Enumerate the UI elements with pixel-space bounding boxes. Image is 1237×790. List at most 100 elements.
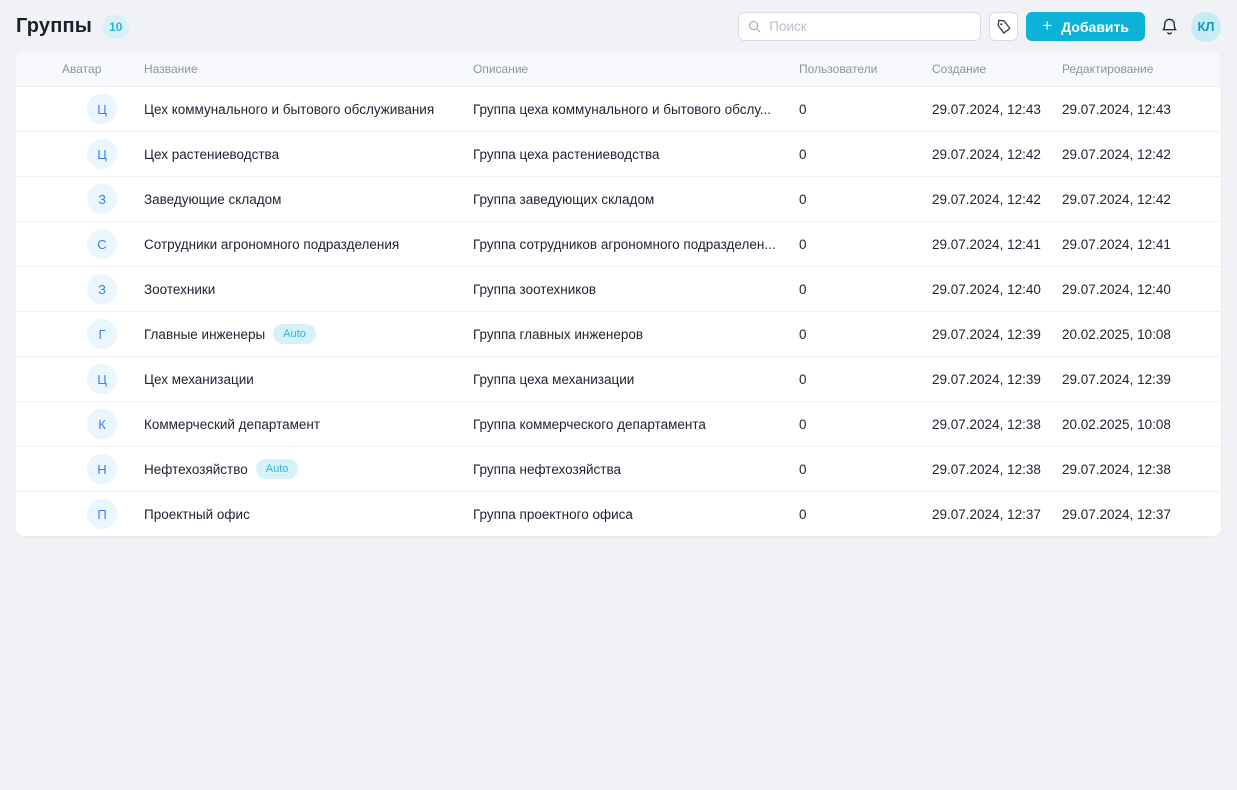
group-name: Заведующие складом [144, 192, 281, 207]
group-avatar: К [87, 409, 117, 439]
cell-edited: 20.02.2025, 10:08 [1046, 327, 1221, 342]
cell-users: 0 [783, 192, 916, 207]
group-name: Коммерческий департамент [144, 417, 320, 432]
table-row[interactable]: З Заведующие складом Группа заведующих с… [16, 176, 1221, 221]
column-header-name: Название [128, 62, 457, 76]
cell-name: Сотрудники агрономного подразделения [128, 237, 457, 252]
cell-name: Главные инженеры Auto [128, 324, 457, 344]
cell-users: 0 [783, 417, 916, 432]
cell-edited: 29.07.2024, 12:37 [1046, 507, 1221, 522]
column-header-created: Создание [916, 62, 1046, 76]
cell-edited: 29.07.2024, 12:42 [1046, 192, 1221, 207]
auto-badge: Auto [273, 324, 316, 344]
cell-users: 0 [783, 462, 916, 477]
cell-avatar: Ц [16, 94, 128, 124]
tags-button[interactable] [989, 12, 1018, 41]
cell-edited: 29.07.2024, 12:41 [1046, 237, 1221, 252]
group-name: Цех коммунального и бытового обслуживани… [144, 102, 434, 117]
cell-edited: 29.07.2024, 12:43 [1046, 102, 1221, 117]
cell-avatar: П [16, 499, 128, 529]
add-button-label: Добавить [1061, 19, 1129, 35]
group-name: Цех растениеводства [144, 147, 279, 162]
cell-created: 29.07.2024, 12:38 [916, 462, 1046, 477]
cell-description: Группа цеха растениеводства [457, 147, 783, 162]
table-row[interactable]: Ц Цех коммунального и бытового обслужива… [16, 86, 1221, 131]
table-body: Ц Цех коммунального и бытового обслужива… [16, 86, 1221, 536]
table-row[interactable]: П Проектный офис Группа проектного офиса… [16, 491, 1221, 536]
table-row[interactable]: С Сотрудники агрономного подразделения Г… [16, 221, 1221, 266]
cell-created: 29.07.2024, 12:42 [916, 147, 1046, 162]
cell-created: 29.07.2024, 12:43 [916, 102, 1046, 117]
cell-name: Нефтехозяйство Auto [128, 459, 457, 479]
topbar-actions: + Добавить КЛ [738, 12, 1221, 42]
cell-avatar: З [16, 274, 128, 304]
cell-name: Заведующие складом [128, 192, 457, 207]
cell-created: 29.07.2024, 12:39 [916, 327, 1046, 342]
cell-edited: 29.07.2024, 12:38 [1046, 462, 1221, 477]
table-row[interactable]: Ц Цех растениеводства Группа цеха растен… [16, 131, 1221, 176]
cell-description: Группа зоотехников [457, 282, 783, 297]
tag-icon [996, 19, 1012, 35]
cell-description: Группа проектного офиса [457, 507, 783, 522]
cell-edited: 29.07.2024, 12:39 [1046, 372, 1221, 387]
group-avatar: Н [87, 454, 117, 484]
cell-description: Группа заведующих складом [457, 192, 783, 207]
cell-created: 29.07.2024, 12:42 [916, 192, 1046, 207]
table-row[interactable]: Ц Цех механизации Группа цеха механизаци… [16, 356, 1221, 401]
cell-avatar: З [16, 184, 128, 214]
group-avatar: Ц [87, 94, 117, 124]
cell-avatar: Ц [16, 139, 128, 169]
cell-description: Группа цеха коммунального и бытового обс… [457, 102, 783, 117]
cell-created: 29.07.2024, 12:39 [916, 372, 1046, 387]
user-avatar[interactable]: КЛ [1191, 12, 1221, 42]
table-row[interactable]: К Коммерческий департамент Группа коммер… [16, 401, 1221, 446]
add-button[interactable]: + Добавить [1026, 12, 1145, 41]
cell-name: Цех коммунального и бытового обслуживани… [128, 102, 457, 117]
group-avatar: З [87, 184, 117, 214]
plus-icon: + [1042, 17, 1052, 34]
table-row[interactable]: Г Главные инженеры Auto Группа главных и… [16, 311, 1221, 356]
cell-users: 0 [783, 372, 916, 387]
search-field-wrap [738, 12, 981, 41]
group-name: Цех механизации [144, 372, 254, 387]
notifications-button[interactable] [1155, 13, 1183, 41]
cell-description: Группа главных инженеров [457, 327, 783, 342]
search-input[interactable] [738, 12, 981, 41]
group-name: Главные инженеры [144, 327, 265, 342]
cell-avatar: Ц [16, 364, 128, 394]
table-header-row: Аватар Название Описание Пользователи Со… [16, 52, 1221, 86]
cell-created: 29.07.2024, 12:37 [916, 507, 1046, 522]
cell-created: 29.07.2024, 12:38 [916, 417, 1046, 432]
group-name: Проектный офис [144, 507, 250, 522]
bell-icon [1160, 17, 1179, 36]
cell-description: Группа нефтехозяйства [457, 462, 783, 477]
group-avatar: З [87, 274, 117, 304]
cell-avatar: Н [16, 454, 128, 484]
groups-table-card: Аватар Название Описание Пользователи Со… [16, 52, 1221, 536]
cell-avatar: С [16, 229, 128, 259]
cell-description: Группа сотрудников агрономного подраздел… [457, 237, 783, 252]
cell-created: 29.07.2024, 12:41 [916, 237, 1046, 252]
table-row[interactable]: Н Нефтехозяйство Auto Группа нефтехозяйс… [16, 446, 1221, 491]
group-avatar: Ц [87, 364, 117, 394]
cell-name: Проектный офис [128, 507, 457, 522]
cell-name: Коммерческий департамент [128, 417, 457, 432]
cell-description: Группа коммерческого департамента [457, 417, 783, 432]
cell-created: 29.07.2024, 12:40 [916, 282, 1046, 297]
search-icon [747, 19, 762, 34]
cell-users: 0 [783, 282, 916, 297]
group-avatar: С [87, 229, 117, 259]
cell-users: 0 [783, 327, 916, 342]
group-avatar: П [87, 499, 117, 529]
count-badge: 10 [102, 15, 129, 39]
column-header-edited: Редактирование [1046, 62, 1221, 76]
auto-badge: Auto [256, 459, 299, 479]
cell-avatar: Г [16, 319, 128, 349]
table-row[interactable]: З Зоотехники Группа зоотехников 0 29.07.… [16, 266, 1221, 311]
group-avatar: Ц [87, 139, 117, 169]
group-name: Сотрудники агрономного подразделения [144, 237, 399, 252]
cell-users: 0 [783, 147, 916, 162]
cell-name: Цех растениеводства [128, 147, 457, 162]
cell-edited: 29.07.2024, 12:40 [1046, 282, 1221, 297]
cell-edited: 29.07.2024, 12:42 [1046, 147, 1221, 162]
